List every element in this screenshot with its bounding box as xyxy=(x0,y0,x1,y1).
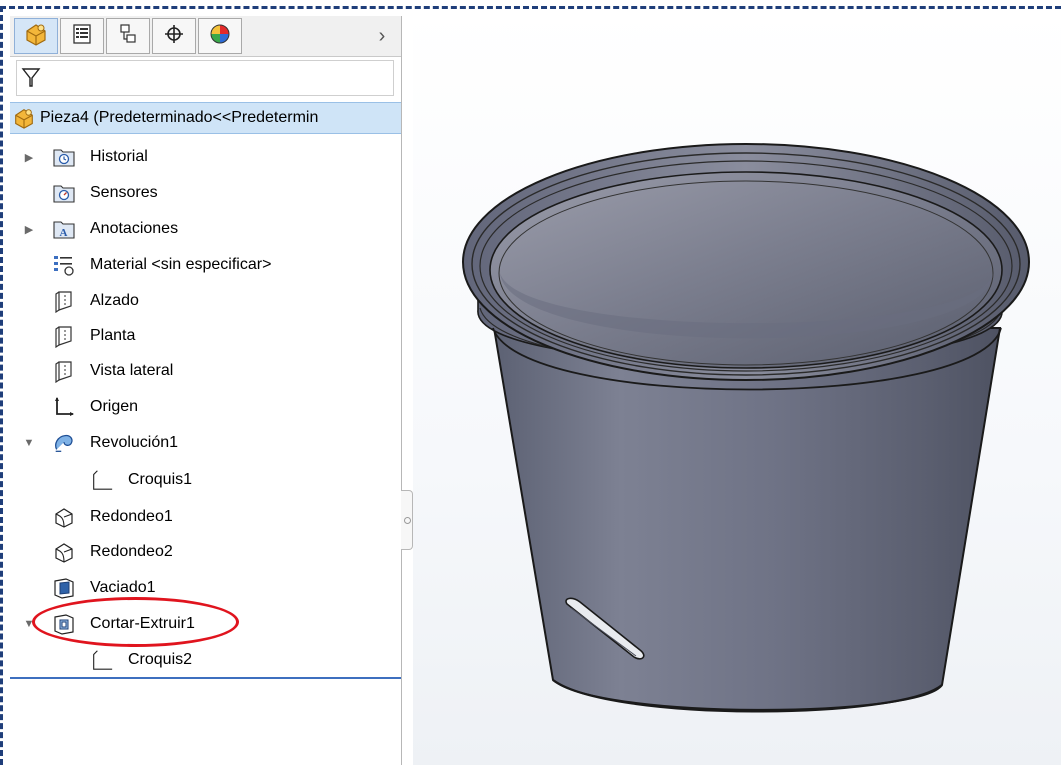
plane-icon xyxy=(52,359,76,383)
chevron-right-icon: › xyxy=(378,24,386,47)
part-icon xyxy=(12,106,36,130)
history-folder-icon xyxy=(52,145,76,169)
tree-item-label: Revolución1 xyxy=(90,434,179,451)
tree-item-label: Historial xyxy=(90,148,148,165)
tree-item-label: Redondeo2 xyxy=(90,543,173,560)
tree-item-label: Redondeo1 xyxy=(90,508,173,525)
tree-item-historial[interactable]: ▶ Historial xyxy=(10,142,401,172)
tree-item-label: Vista lateral xyxy=(90,362,174,379)
filter-icon[interactable] xyxy=(21,67,41,94)
tree-item-label: Vaciado1 xyxy=(90,579,156,596)
tree-item-anotaciones[interactable]: ▶ A Anotaciones xyxy=(10,214,401,244)
dimxpert-tab[interactable] xyxy=(152,18,196,54)
tree-item-vaciado1[interactable]: Vaciado1 xyxy=(10,573,401,603)
tree-item-material[interactable]: Material <sin especificar> xyxy=(10,250,401,280)
dimxpert-tab-icon xyxy=(163,23,185,50)
annotations-folder-icon: A xyxy=(52,217,76,241)
tree-item-label: Sensores xyxy=(90,184,158,201)
part-root-label: Pieza4 (Predeterminado<<Predetermin xyxy=(40,109,319,126)
tree-item-croquis1[interactable]: Croquis1 xyxy=(10,465,401,495)
shell-icon xyxy=(52,576,76,600)
tree-item-alzado[interactable]: Alzado xyxy=(10,286,401,316)
tree-item-croquis2[interactable]: Croquis2 xyxy=(10,645,401,675)
tree-item-vista-lateral[interactable]: Vista lateral xyxy=(10,356,401,386)
featuremanager-tab-icon xyxy=(23,21,49,52)
sketch-icon xyxy=(90,648,114,672)
tree-item-planta[interactable]: Planta xyxy=(10,321,401,351)
rollback-bar[interactable] xyxy=(10,677,401,679)
svg-text:A: A xyxy=(60,227,68,239)
sensors-folder-icon xyxy=(52,181,76,205)
tree-item-label: Croquis1 xyxy=(128,471,193,488)
origin-icon xyxy=(52,395,76,419)
tabs-more-button[interactable]: › xyxy=(370,22,394,50)
plane-icon xyxy=(52,289,76,313)
tree-item-revolucion1[interactable]: ▼ Revolución1 xyxy=(10,428,401,458)
fillet-icon xyxy=(52,505,76,529)
part-root-node[interactable]: Pieza4 (Predeterminado<<Predetermin xyxy=(10,102,401,134)
tree-item-label: Croquis2 xyxy=(128,651,193,668)
tree-item-label: Origen xyxy=(90,398,139,415)
expand-arrow-icon[interactable]: ▶ xyxy=(22,222,36,236)
tree-item-origen[interactable]: Origen xyxy=(10,392,401,422)
collapse-arrow-icon[interactable]: ▼ xyxy=(22,436,36,450)
tree-item-redondeo2[interactable]: Redondeo2 xyxy=(10,537,401,567)
tree-item-label: Planta xyxy=(90,327,136,344)
propertymanager-tab[interactable] xyxy=(60,18,104,54)
featuremanager-panel: › Pieza4 (Predeterminado<<Predetermin ▶ … xyxy=(10,16,402,765)
expand-arrow-icon[interactable]: ▶ xyxy=(22,150,36,164)
displaymanager-tab[interactable] xyxy=(198,18,242,54)
panel-tab-bar: › xyxy=(10,16,401,57)
highlight-ellipse xyxy=(32,597,239,647)
sketch-icon xyxy=(90,468,114,492)
tree-item-label: Material <sin especificar> xyxy=(90,256,272,273)
tree-item-label: Alzado xyxy=(90,292,139,309)
configurationmanager-tab-icon xyxy=(117,23,139,50)
configurationmanager-tab[interactable] xyxy=(106,18,150,54)
tree-item-redondeo1[interactable]: Redondeo1 xyxy=(10,502,401,532)
filter-field[interactable] xyxy=(16,60,394,96)
plane-icon xyxy=(52,324,76,348)
tree-item-label: Anotaciones xyxy=(90,220,179,237)
fillet-icon xyxy=(52,540,76,564)
panel-splitter-handle[interactable] xyxy=(401,490,413,550)
propertymanager-tab-icon xyxy=(71,23,93,50)
selection-frame-left xyxy=(0,6,3,765)
revolve-icon xyxy=(52,431,76,455)
graphics-viewport[interactable] xyxy=(413,9,1061,765)
tree-item-sensores[interactable]: Sensores xyxy=(10,178,401,208)
splitter-grip-icon xyxy=(404,517,411,524)
material-icon xyxy=(52,253,76,277)
featuremanager-tab[interactable] xyxy=(14,18,58,54)
displaymanager-tab-icon xyxy=(208,22,232,51)
bucket-model[interactable] xyxy=(413,9,1061,765)
